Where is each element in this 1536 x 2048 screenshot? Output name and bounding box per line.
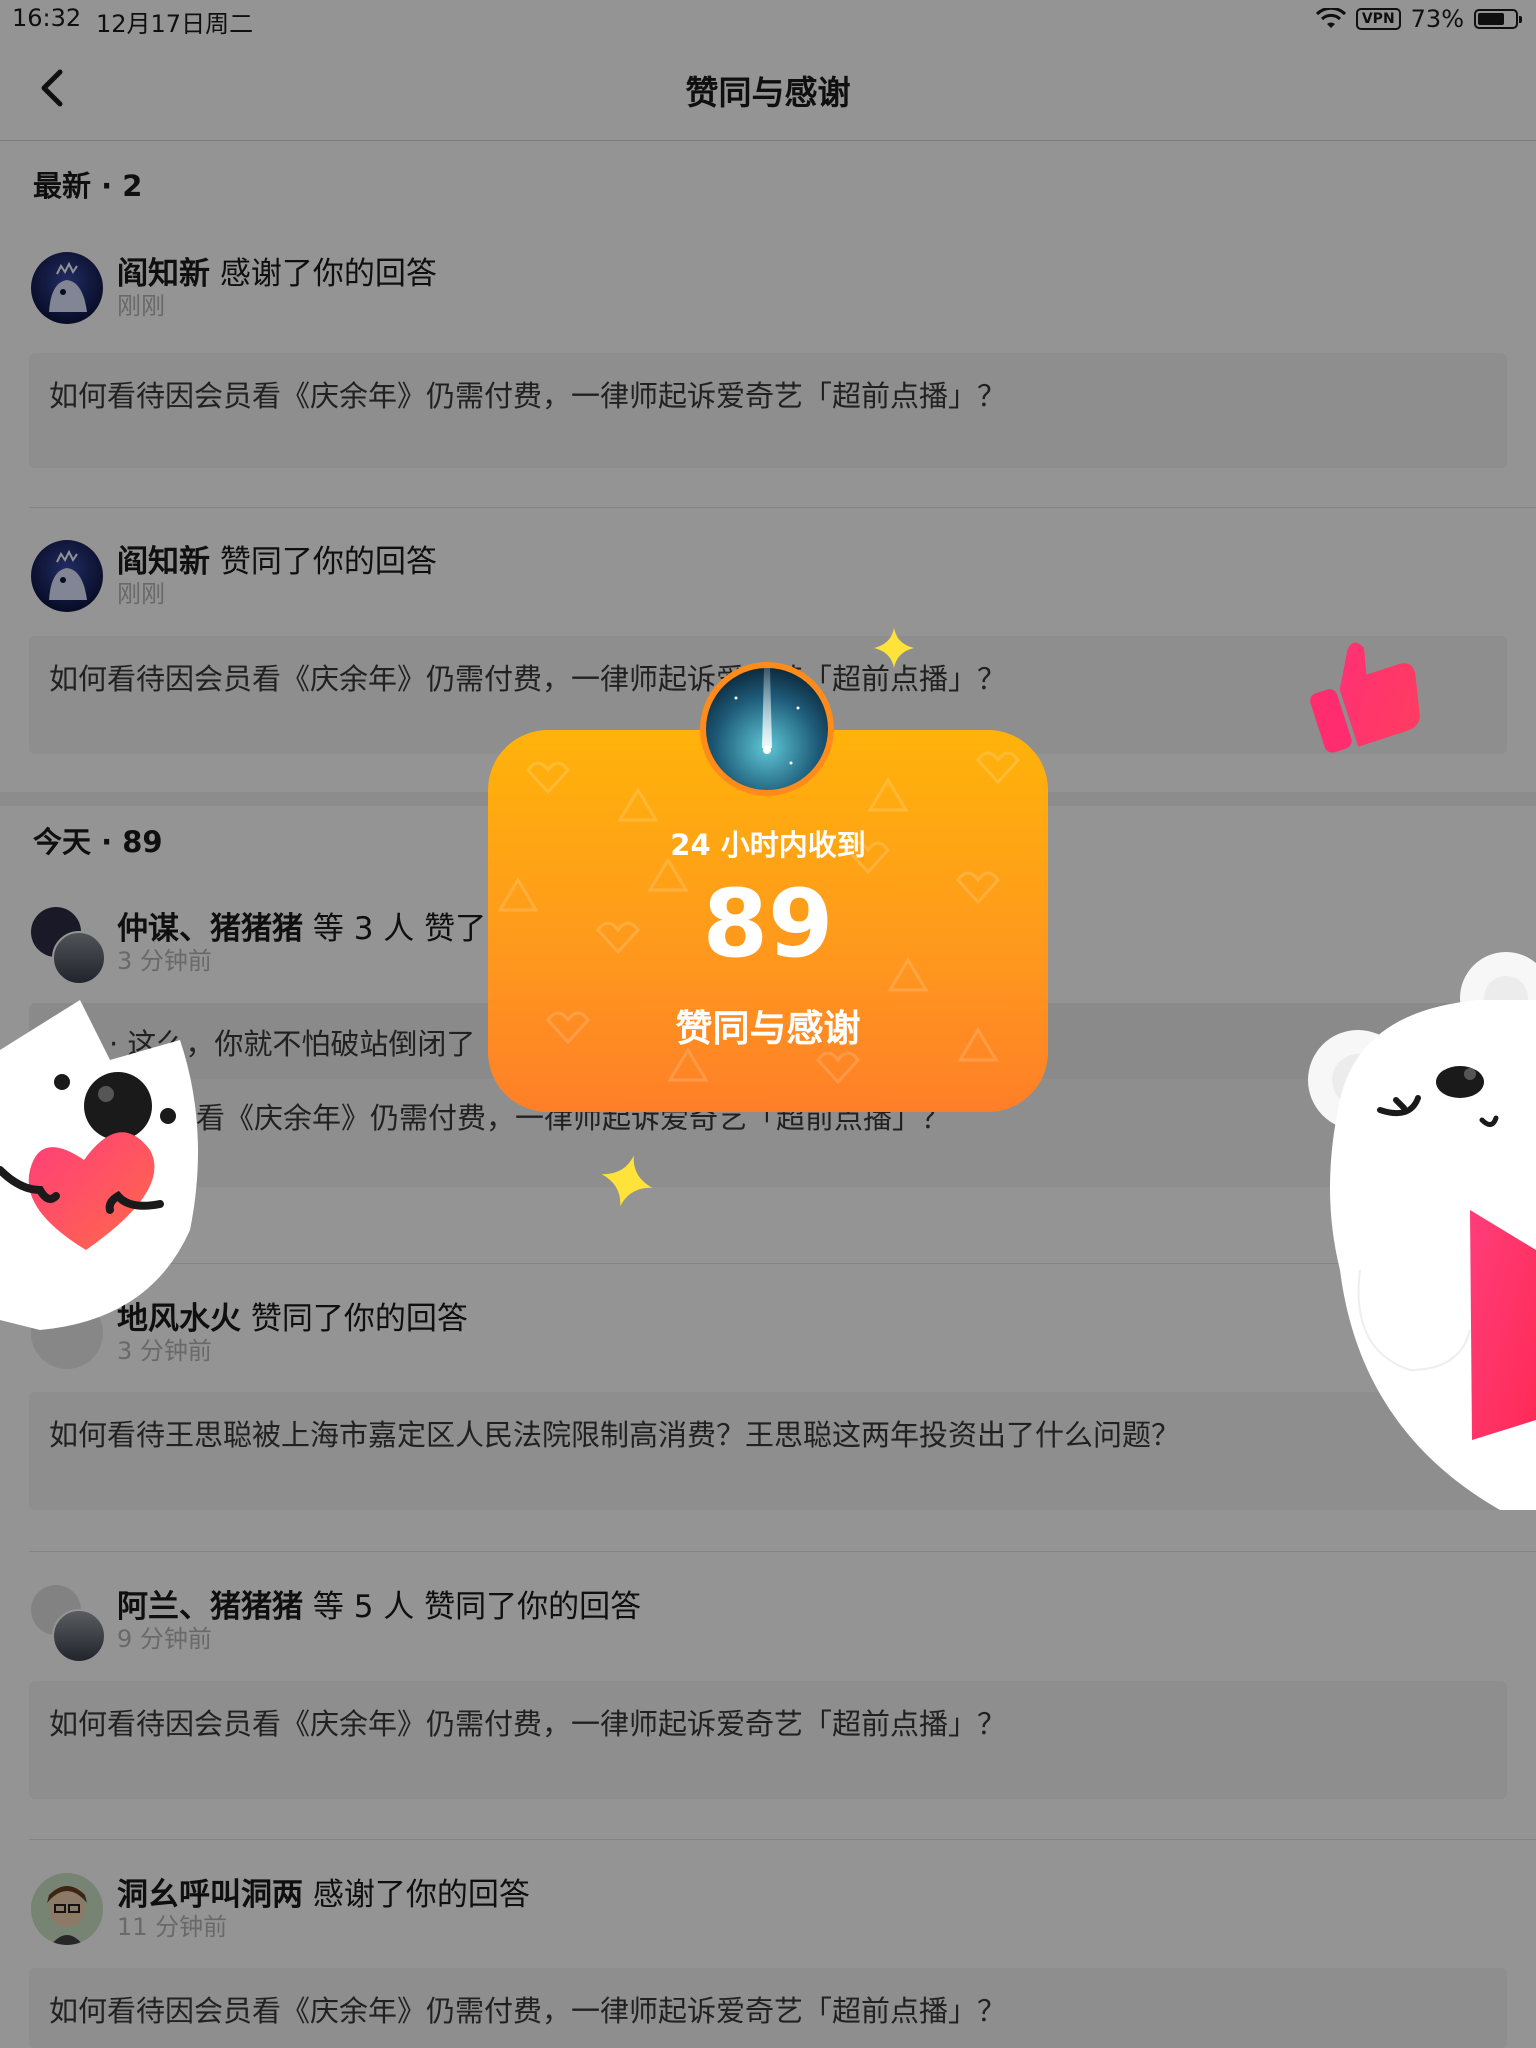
star-icon: [874, 628, 914, 668]
card-avatar: [700, 662, 834, 796]
card-subtitle: 24 小时内收到: [670, 828, 866, 862]
cat-mascot-icon: [0, 1000, 198, 1330]
card-label: 赞同与感谢: [675, 1007, 861, 1050]
thumbs-up-icon: [1310, 642, 1420, 753]
bear-mascot-icon: [1308, 952, 1536, 1510]
star-icon: [601, 1155, 653, 1207]
card-count: 89: [702, 870, 834, 979]
